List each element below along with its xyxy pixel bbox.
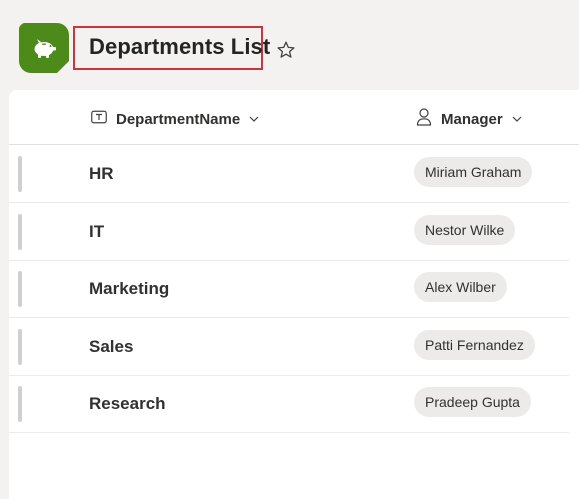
list-header: Departments List (0, 0, 579, 90)
department-name: Research (89, 394, 166, 413)
manager-chip[interactable]: Pradeep Gupta (414, 387, 531, 417)
piggy-bank-icon[interactable] (19, 23, 69, 73)
page-title: Departments List (89, 34, 271, 59)
star-outline-icon[interactable] (276, 40, 296, 60)
department-name: Marketing (89, 279, 170, 298)
column-header-row: DepartmentName Manager (9, 90, 579, 145)
person-icon (416, 107, 432, 131)
row-selection-handle[interactable] (18, 271, 22, 307)
list-panel: DepartmentName Manager HR Miriam Graham … (9, 90, 579, 499)
manager-chip[interactable]: Miriam Graham (414, 157, 533, 187)
column-label: DepartmentName (116, 110, 241, 128)
table-row[interactable]: Sales Patti Fernandez (9, 319, 569, 376)
list-page: Departments List DepartmentName Manager … (0, 0, 579, 499)
manager-chip[interactable]: Alex Wilber (414, 272, 507, 302)
department-name: IT (89, 222, 105, 241)
column-label: Manager (441, 110, 503, 128)
row-selection-handle[interactable] (18, 214, 22, 250)
table-row[interactable]: Research Pradeep Gupta (9, 376, 569, 433)
table-row[interactable]: Marketing Alex Wilber (9, 261, 569, 318)
manager-chip[interactable]: Patti Fernandez (414, 330, 535, 360)
table-row[interactable]: HR Miriam Graham (9, 146, 569, 203)
department-name: HR (89, 164, 114, 183)
row-selection-handle[interactable] (18, 156, 22, 192)
column-header-manager[interactable]: Manager (416, 107, 522, 131)
chevron-down-icon[interactable] (249, 116, 259, 122)
row-selection-handle[interactable] (18, 386, 22, 422)
chevron-down-icon[interactable] (512, 116, 522, 122)
text-field-icon (91, 110, 107, 129)
table-row[interactable]: IT Nestor Wilke (9, 204, 569, 261)
manager-chip[interactable]: Nestor Wilke (414, 215, 516, 245)
department-name: Sales (89, 337, 134, 356)
column-header-departmentname[interactable]: DepartmentName (91, 109, 259, 129)
row-selection-handle[interactable] (18, 329, 22, 365)
